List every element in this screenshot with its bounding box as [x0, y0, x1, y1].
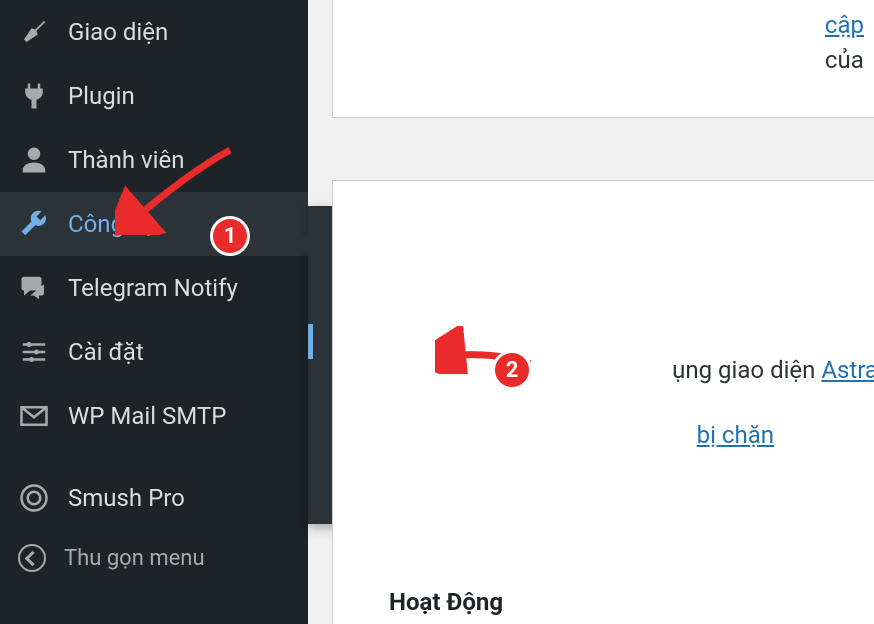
collapse-label: Thu gọn menu: [64, 546, 205, 571]
content-top-text: cập của: [825, 8, 864, 78]
sidebar-item-label: Giao diện: [68, 18, 168, 46]
sidebar-item-label: Telegram Notify: [68, 274, 238, 302]
content-area: cập của ụng giao diện Astra bị chặn Hoạt…: [332, 0, 874, 624]
link-astra[interactable]: Astra: [821, 356, 874, 384]
sidebar-item-appearance[interactable]: Giao diện: [0, 0, 308, 64]
text-cua: của: [825, 46, 864, 74]
collapse-icon: [18, 544, 46, 572]
sidebar-item-label: Smush Pro: [68, 484, 185, 512]
content-theme-text: ụng giao diện Astra: [672, 356, 874, 384]
sidebar-item-label: WP Mail SMTP: [68, 402, 226, 430]
annotation-badge-2: 2: [492, 350, 532, 390]
activity-heading: Hoạt Động: [389, 588, 503, 616]
sidebar-item-label: Cài đặt: [68, 338, 144, 366]
mail-icon: [18, 400, 50, 432]
plug-icon: [18, 80, 50, 112]
sidebar-item-telegram[interactable]: Telegram Notify: [0, 256, 308, 320]
sidebar-item-smush[interactable]: Smush Pro: [0, 466, 308, 530]
sidebar-item-label: Plugin: [68, 82, 135, 110]
link-blocked[interactable]: bị chặn: [697, 421, 774, 449]
sidebar-collapse[interactable]: Thu gọn menu: [0, 530, 308, 586]
link-cap[interactable]: cập: [825, 11, 864, 39]
sidebar-item-wpmailsmtp[interactable]: WP Mail SMTP: [0, 384, 308, 448]
sliders-icon: [18, 336, 50, 368]
sidebar-item-plugins[interactable]: Plugin: [0, 64, 308, 128]
content-card-top: cập của: [332, 0, 874, 118]
comments-icon: [18, 272, 50, 304]
content-card-bottom: ụng giao diện Astra bị chặn Hoạt Động: [332, 180, 874, 624]
admin-sidebar: Giao diện Plugin Thành viên Công cụ Tele…: [0, 0, 308, 624]
sidebar-item-settings[interactable]: Cài đặt: [0, 320, 308, 384]
wrench-icon: [18, 208, 50, 240]
brush-icon: [18, 16, 50, 48]
annotation-badge-1: 1: [210, 216, 250, 256]
user-icon: [18, 144, 50, 176]
smush-icon: [18, 482, 50, 514]
